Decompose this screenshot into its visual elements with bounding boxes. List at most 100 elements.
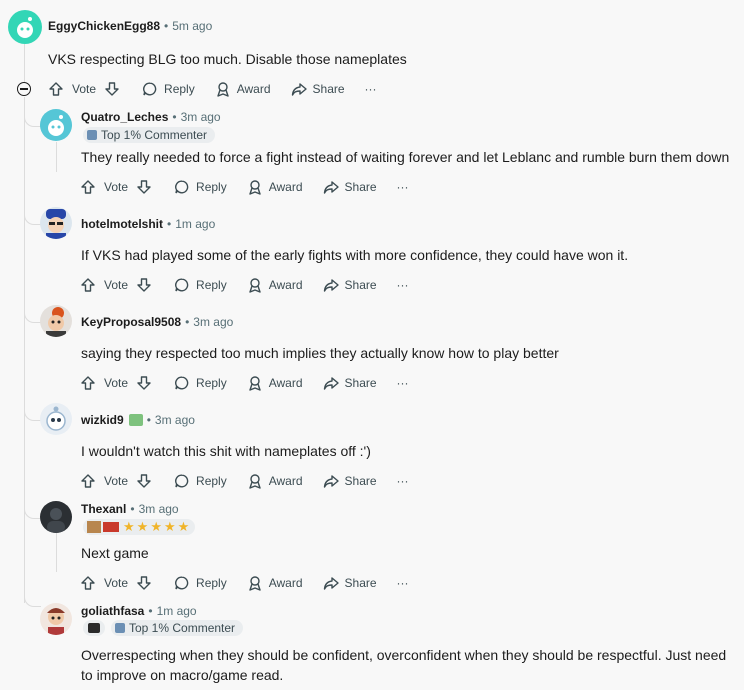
share-button[interactable]: Share [323,575,377,591]
award-button[interactable]: Award [247,179,303,195]
upvote-icon[interactable] [80,277,96,293]
reply-button[interactable]: Reply [174,179,227,195]
share-icon [323,377,339,390]
comment-meta: Thexanl • 3m ago [81,502,179,516]
timestamp[interactable]: 3m ago [181,110,221,124]
team-logo-icon [83,620,105,636]
meta-separator: • [148,604,153,618]
reply-button[interactable]: Reply [174,575,227,591]
share-label: Share [344,576,377,590]
comment-body: VKS respecting BLG too much. Disable tho… [48,51,407,67]
flair-emoji-icon [128,414,143,426]
award-label: Award [268,376,303,390]
commenter-badge-icon [87,130,97,140]
meta-separator: • [167,217,172,231]
downvote-icon[interactable] [136,277,152,293]
username[interactable]: hotelmotelshit [81,217,163,231]
thread-elbow [24,504,41,519]
reply-button[interactable]: Reply [174,473,227,489]
more-options-button[interactable]: ··· [397,180,409,194]
avatar[interactable] [40,603,72,635]
username[interactable]: Quatro_Leches [81,110,168,124]
meta-separator: • [164,19,169,33]
timestamp[interactable]: 1m ago [157,604,197,618]
timestamp[interactable]: 5m ago [172,19,212,33]
share-icon [291,83,307,96]
comment-actions: Vote Reply Award Share ··· [80,569,429,597]
vote-group: Vote [80,277,152,293]
username[interactable]: goliathfasa [81,604,144,618]
comment-meta: Quatro_Leches • 3m ago [81,110,221,124]
collapse-thread-button[interactable] [17,82,31,96]
reply-button[interactable]: Reply [142,81,195,97]
username[interactable]: Thexanl [81,502,126,516]
flair-text: Top 1% Commenter [101,128,208,142]
more-options-button[interactable]: ··· [397,576,409,590]
reply-icon [175,180,189,194]
commenter-badge-icon [115,623,125,633]
award-button[interactable]: Award [247,375,303,391]
thread-elbow [24,592,41,607]
user-flair: Top 1% Commenter [83,127,216,143]
share-button[interactable]: Share [323,179,377,195]
award-button[interactable]: Award [247,277,303,293]
upvote-icon[interactable] [80,473,96,489]
share-icon [323,475,339,488]
avatar[interactable] [40,109,72,141]
avatar[interactable] [40,207,72,239]
thread-elbow [24,210,41,225]
timestamp[interactable]: 3m ago [139,502,179,516]
award-button[interactable]: Award [247,575,303,591]
upvote-icon[interactable] [80,575,96,591]
more-icon: ··· [364,82,377,96]
comment-actions: Vote Reply Award Share ··· [80,369,429,397]
comment-body: I wouldn't watch this shit with nameplat… [81,443,371,459]
more-icon: ··· [396,278,409,292]
downvote-icon[interactable] [136,179,152,195]
award-label: Award [268,576,303,590]
reply-button[interactable]: Reply [174,277,227,293]
avatar[interactable] [8,10,42,44]
award-button[interactable]: Award [215,81,271,97]
username[interactable]: wizkid9 [81,413,124,427]
team-logo-icon [87,521,101,533]
username[interactable]: EggyChickenEgg88 [48,19,160,33]
more-options-button[interactable]: ··· [397,474,409,488]
star-icon: ★ [150,519,162,534]
username[interactable]: KeyProposal9508 [81,315,181,329]
vote-label: Vote [104,576,129,590]
downvote-icon[interactable] [136,473,152,489]
downvote-icon[interactable] [136,575,152,591]
upvote-icon[interactable] [80,375,96,391]
avatar[interactable] [40,403,72,435]
more-icon: ··· [396,180,409,194]
downvote-icon[interactable] [104,81,120,97]
vote-group: Vote [80,473,152,489]
upvote-icon[interactable] [80,179,96,195]
timestamp[interactable]: 1m ago [175,217,215,231]
timestamp[interactable]: 3m ago [155,413,195,427]
timestamp[interactable]: 3m ago [193,315,233,329]
share-button[interactable]: Share [323,473,377,489]
upvote-icon[interactable] [48,81,64,97]
share-button[interactable]: Share [323,375,377,391]
reply-button[interactable]: Reply [174,375,227,391]
share-icon [323,181,339,194]
more-options-button[interactable]: ··· [397,278,409,292]
share-button[interactable]: Share [291,81,345,97]
reply-label: Reply [196,180,227,194]
comment-actions: Vote Reply Award Share ··· [80,173,429,201]
more-options-button[interactable]: ··· [397,376,409,390]
vote-label: Vote [72,82,97,96]
meta-separator: • [172,110,177,124]
avatar[interactable] [40,501,72,533]
award-button[interactable]: Award [247,473,303,489]
share-icon [323,279,339,292]
share-button[interactable]: Share [323,277,377,293]
downvote-icon[interactable] [136,375,152,391]
more-options-button[interactable]: ··· [365,82,377,96]
vote-label: Vote [104,474,129,488]
thread-elbow [24,112,41,127]
avatar[interactable] [40,305,72,337]
award-label: Award [236,82,271,96]
